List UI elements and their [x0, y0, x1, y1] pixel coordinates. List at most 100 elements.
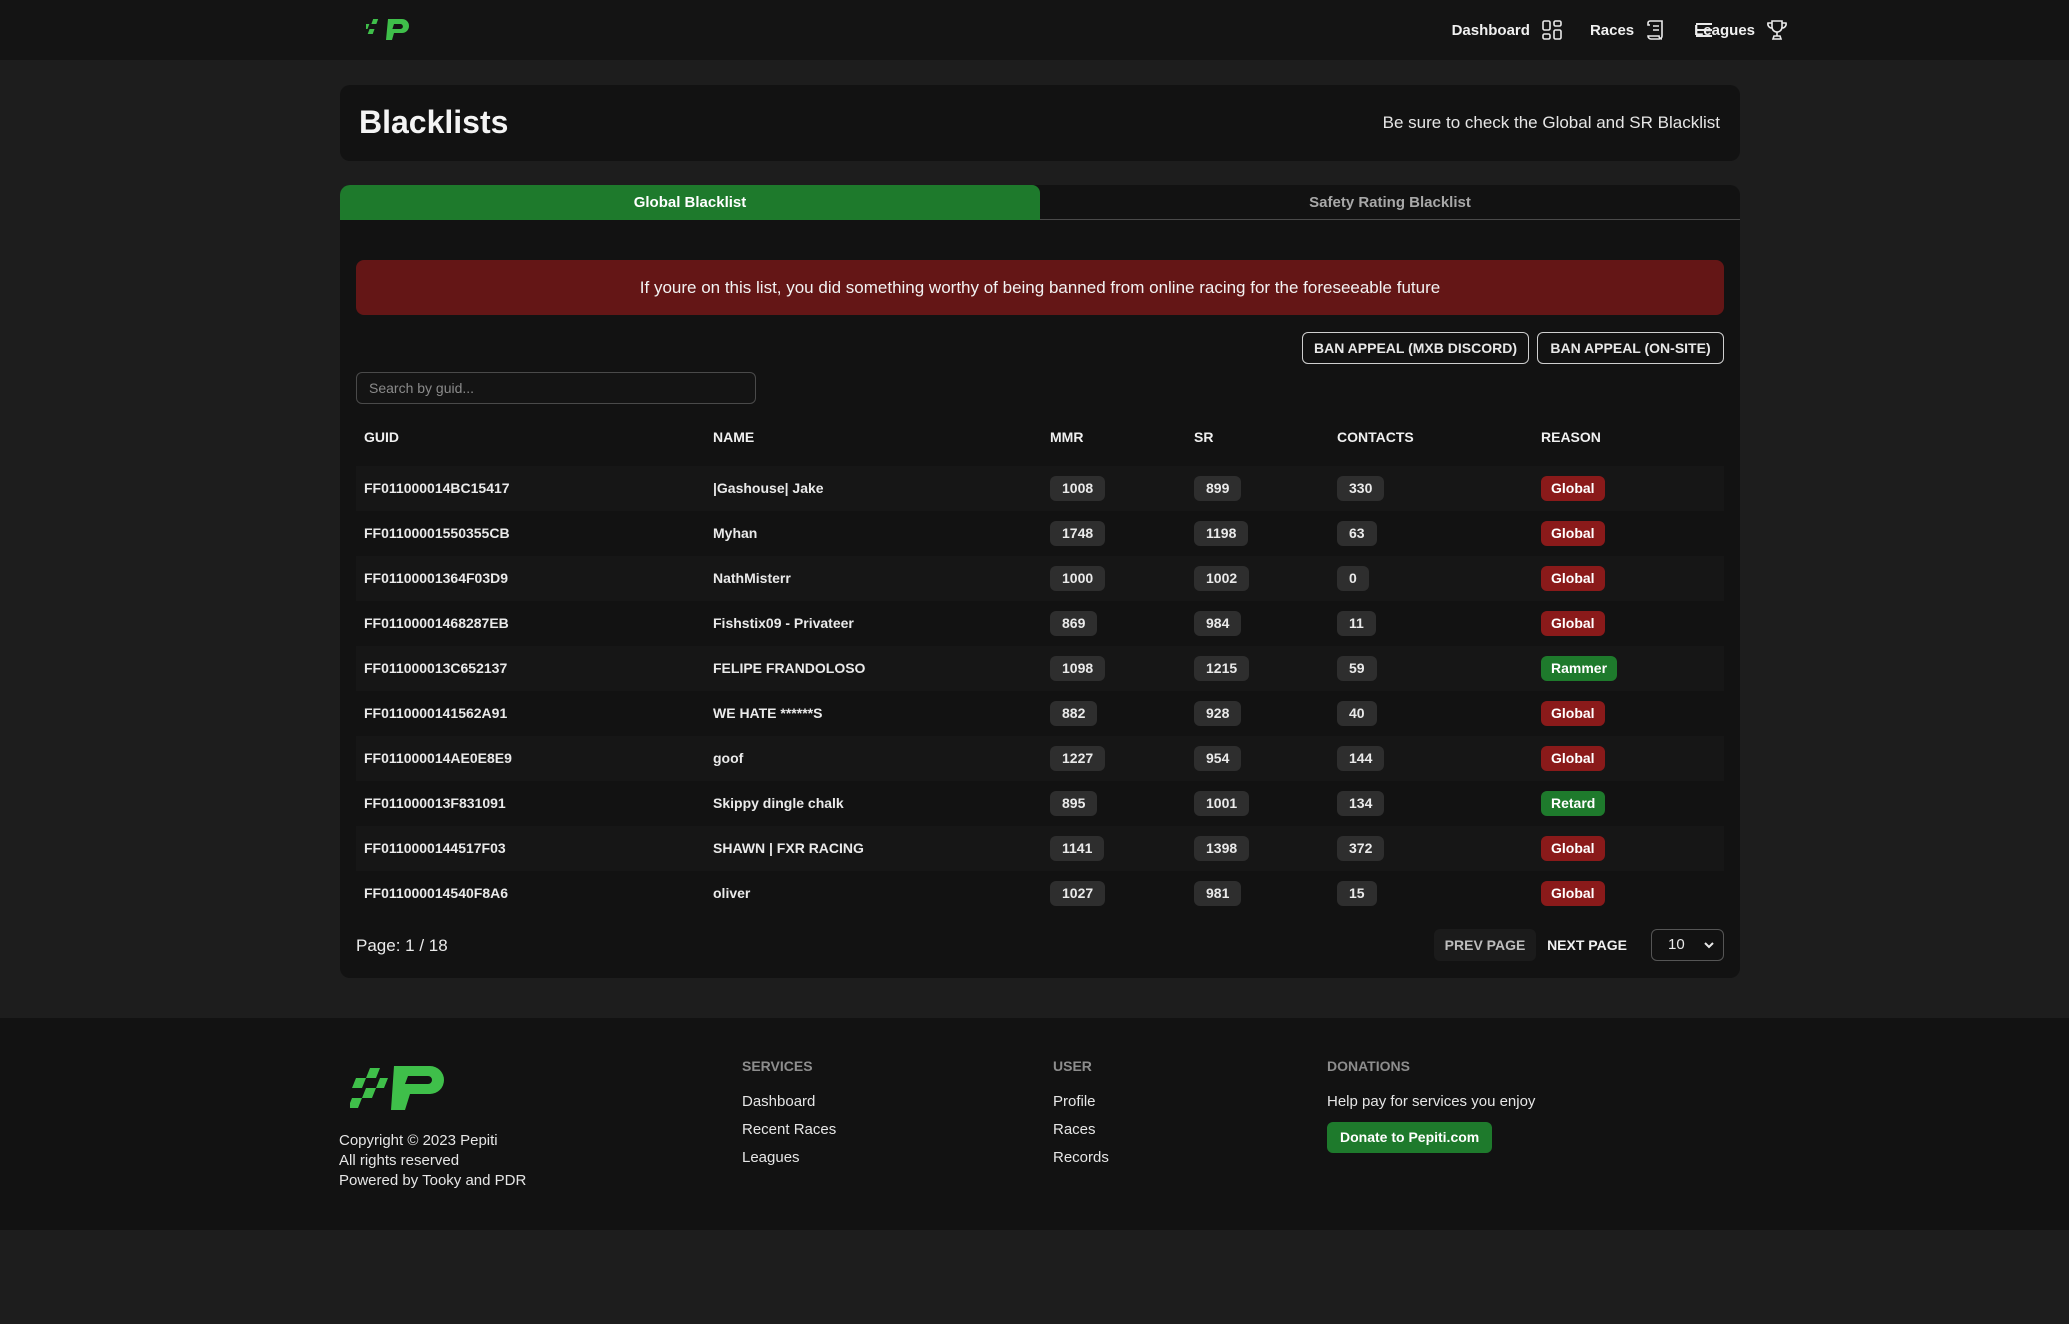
tab-global-blacklist[interactable]: Global Blacklist	[340, 185, 1040, 220]
row-contacts-badge: 15	[1337, 881, 1377, 906]
row-sr-badge: 984	[1194, 611, 1242, 636]
footer-link-records[interactable]: Records	[1053, 1144, 1109, 1172]
row-reason-badge: Global	[1541, 701, 1605, 726]
row-reason-badge: Global	[1541, 521, 1605, 546]
table-row: FF01100001364F03D9 NathMisterr 1000 1002 0 Gl…	[356, 556, 1724, 601]
row-name: goof	[713, 750, 744, 766]
table-row: FF011000013C652137 FELIPE FRANDOLOSO 1098 1…	[356, 646, 1724, 691]
row-guid: FF011000014540F8A6	[364, 885, 508, 901]
row-guid: FF01100001550355CB	[364, 525, 510, 541]
table-row: FF01100001550355CB Myhan 1748 1198 63 Global	[356, 511, 1724, 556]
row-sr-badge: 899	[1194, 476, 1242, 501]
ban-warning-alert: If youre on this list, you did something…	[356, 260, 1724, 315]
row-contacts-badge: 134	[1337, 791, 1385, 816]
table-row: FF01100001468287EB Fishstix09 - Privateer…	[356, 601, 1724, 646]
prev-page-button[interactable]: PREV PAGE	[1434, 929, 1536, 961]
row-guid: FF011000013C652137	[364, 660, 508, 676]
row-mmr-badge: 1227	[1050, 746, 1106, 771]
page-size-value: 10	[1668, 936, 1685, 953]
row-reason-badge: Global	[1541, 746, 1605, 771]
nav-dashboard-label: Dashboard	[1451, 21, 1530, 39]
row-mmr-badge: 869	[1050, 611, 1098, 636]
row-sr-badge: 928	[1194, 701, 1242, 726]
page-title: Blacklists	[359, 104, 509, 140]
row-sr-badge: 954	[1194, 746, 1242, 771]
row-name: oliver	[713, 885, 751, 901]
row-reason-badge: Rammer	[1541, 656, 1618, 681]
nav-races-link[interactable]: Races	[1590, 18, 1668, 42]
dashboard-grid-icon	[1542, 20, 1562, 40]
tab-safety-rating-blacklist[interactable]: Safety Rating Blacklist	[1040, 185, 1740, 220]
column-header-name: NAME	[713, 429, 755, 445]
row-sr-badge: 1002	[1194, 566, 1250, 591]
row-contacts-badge: 63	[1337, 521, 1377, 546]
ban-appeal-onsite-button[interactable]: BAN APPEAL (ON-SITE)	[1537, 332, 1724, 364]
row-mmr-badge: 1748	[1050, 521, 1106, 546]
row-mmr-badge: 1141	[1050, 836, 1105, 861]
row-reason-badge: Global	[1541, 881, 1605, 906]
row-contacts-badge: 40	[1337, 701, 1377, 726]
next-page-button[interactable]: NEXT PAGE	[1536, 929, 1638, 961]
blacklist-tabs: Global Blacklist Safety Rating Blacklist	[340, 185, 1740, 220]
blacklist-table-body: FF011000014BC15417 |Gashouse| Jake 1008 899…	[356, 466, 1724, 916]
row-sr-badge: 1198	[1194, 521, 1249, 546]
row-name: NathMisterr	[713, 570, 791, 586]
row-contacts-badge: 144	[1337, 746, 1385, 771]
row-guid: FF011000014BC15417	[364, 480, 510, 496]
footer-user-heading: USER	[1053, 1058, 1092, 1074]
page-size-select[interactable]: 10	[1651, 929, 1724, 961]
nav-dashboard-link[interactable]: Dashboard	[1452, 18, 1564, 42]
scroll-icon	[1647, 20, 1663, 40]
row-name: SHAWN | FXR RACING	[713, 840, 864, 856]
column-header-reason: REASON	[1541, 429, 1601, 445]
header-note: Be sure to check the Global and SR Black…	[1382, 113, 1720, 132]
ban-appeal-discord-button[interactable]: BAN APPEAL (MXB DISCORD)	[1302, 332, 1529, 364]
column-header-mmr: MMR	[1050, 429, 1084, 445]
copyright-text: Copyright © 2023 Pepiti	[339, 1132, 498, 1149]
row-reason-badge: Global	[1541, 476, 1605, 501]
row-mmr-badge: 1027	[1050, 881, 1106, 906]
chevron-down-icon	[1704, 942, 1714, 949]
row-reason-badge: Retard	[1541, 791, 1606, 816]
donations-text: Help pay for services you enjoy	[1327, 1093, 1536, 1110]
nav-races-label: Races	[1589, 21, 1635, 39]
powered-by-text: Powered by Tooky and PDR	[339, 1172, 527, 1189]
row-sr-badge: 1001	[1194, 791, 1250, 816]
footer: Copyright © 2023 Pepiti All rights reser…	[0, 1018, 2069, 1230]
row-guid: FF011000013F831091	[364, 795, 506, 811]
row-sr-badge: 1215	[1194, 656, 1250, 681]
footer-services-heading: SERVICES	[742, 1058, 813, 1074]
row-reason-badge: Global	[1541, 611, 1605, 636]
row-name: WE HATE ******S	[713, 705, 823, 721]
table-row: FF011000014BC15417 |Gashouse| Jake 1008 899…	[356, 466, 1724, 511]
hamburger-menu-icon[interactable]	[1692, 18, 1716, 42]
guid-search-input[interactable]	[356, 372, 756, 404]
row-sr-badge: 981	[1194, 881, 1242, 906]
footer-link-dashboard[interactable]: Dashboard	[742, 1088, 836, 1116]
row-sr-badge: 1398	[1194, 836, 1250, 861]
footer-user: USER Profile Races Records	[1053, 1058, 1109, 1172]
row-guid: FF011000014AE0E8E9	[364, 750, 512, 766]
footer-link-recent-races[interactable]: Recent Races	[742, 1116, 836, 1144]
row-reason-badge: Global	[1541, 566, 1605, 591]
footer-copyright: Copyright © 2023 Pepiti All rights reser…	[339, 1131, 526, 1191]
pepiti-logo[interactable]	[366, 14, 412, 44]
row-guid: FF01100001468287EB	[364, 615, 509, 631]
row-reason-badge: Global	[1541, 836, 1605, 861]
blacklist-card: Global Blacklist Safety Rating Blacklist…	[340, 185, 1740, 978]
footer-link-leagues[interactable]: Leagues	[742, 1144, 836, 1172]
nav-links: Dashboard Races Leagues	[1426, 0, 1789, 60]
table-row: FF011000013F831091 Skippy dingle chalk 895…	[356, 781, 1724, 826]
footer-link-races[interactable]: Races	[1053, 1116, 1109, 1144]
row-contacts-badge: 59	[1337, 656, 1377, 681]
footer-services: SERVICES Dashboard Recent Races Leagues	[742, 1058, 836, 1172]
table-row: FF0110000141562A91 WE HATE ******S 882 928 4…	[356, 691, 1724, 736]
footer-link-profile[interactable]: Profile	[1053, 1088, 1109, 1116]
row-mmr-badge: 1008	[1050, 476, 1106, 501]
row-name: FELIPE FRANDOLOSO	[713, 660, 866, 676]
donate-button[interactable]: Donate to Pepiti.com	[1327, 1122, 1493, 1153]
row-name: Skippy dingle chalk	[713, 795, 844, 811]
row-contacts-badge: 330	[1337, 476, 1385, 501]
rights-text: All rights reserved	[339, 1152, 460, 1169]
trophy-icon	[1767, 20, 1787, 40]
